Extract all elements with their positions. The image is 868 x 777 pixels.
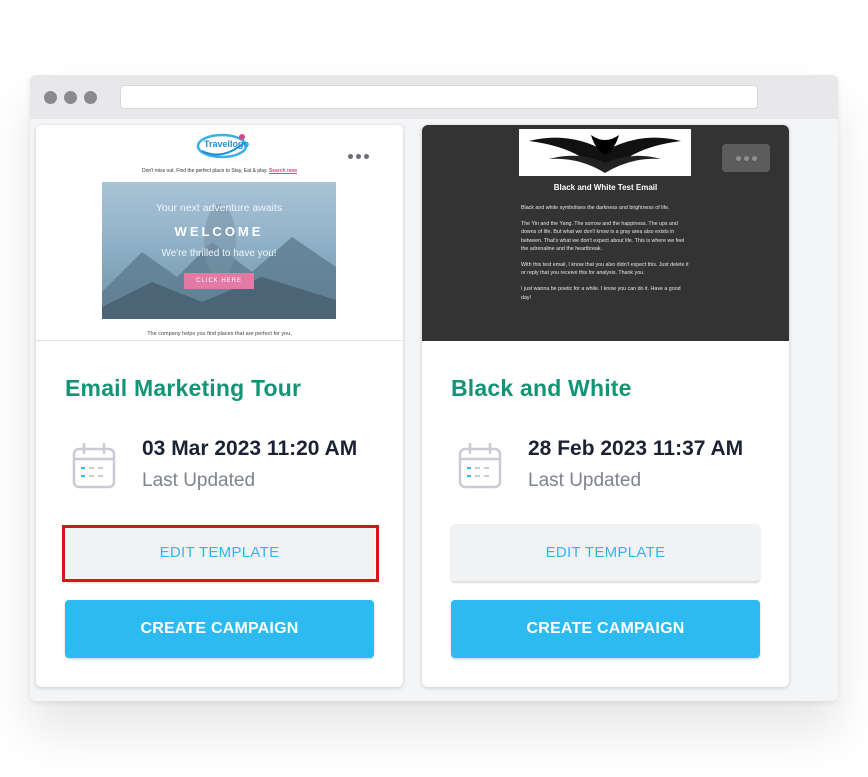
logo-text: Travellogo <box>204 139 250 149</box>
preview-body-text: Black and white symbolises the darkness … <box>521 205 689 301</box>
preview-banner-image <box>519 129 691 176</box>
window-dot-icon <box>44 91 57 104</box>
calendar-icon <box>458 443 502 489</box>
more-options-icon[interactable] <box>343 147 373 165</box>
last-updated-date: 28 Feb 2023 11:37 AM <box>528 437 744 460</box>
more-options-icon[interactable] <box>722 144 770 172</box>
template-preview[interactable]: Black and White Test Email Black and whi… <box>422 125 789 341</box>
window-dot-icon <box>64 91 77 104</box>
last-updated-label: Last Updated <box>142 470 256 491</box>
template-title: Email Marketing Tour <box>65 375 302 401</box>
preview-body-text: The company helps you find places that a… <box>147 331 292 337</box>
address-bar[interactable] <box>120 85 758 109</box>
template-card: Black and White Test Email Black and whi… <box>422 125 789 687</box>
create-campaign-button[interactable]: CREATE CAMPAIGN <box>65 600 374 658</box>
hero-subtitle: Your next adventure awaits <box>155 202 283 214</box>
preview-tagline: Don't miss out. Find the perfect place t… <box>141 168 298 174</box>
browser-titlebar <box>30 75 838 119</box>
last-updated-date: 03 Mar 2023 11:20 AM <box>142 437 358 460</box>
edit-template-button[interactable]: EDIT TEMPLATE <box>451 524 760 581</box>
hero-button: CLICK HERE <box>184 273 254 289</box>
last-updated-label: Last Updated <box>528 470 642 491</box>
calendar-icon <box>72 443 116 489</box>
preview-hero-image: Your next adventure awaits WELCOME We're… <box>102 182 336 319</box>
preview-heading: Black and White Test Email <box>553 183 658 192</box>
create-campaign-button[interactable]: CREATE CAMPAIGN <box>451 600 760 658</box>
template-title: Black and White <box>451 375 632 401</box>
window-dot-icon <box>84 91 97 104</box>
template-card: Travellogo Don't miss out. Find the perf… <box>36 125 403 687</box>
hero-title: WELCOME <box>174 224 264 239</box>
hero-text: We're thrilled to have you! <box>161 248 277 259</box>
edit-template-button[interactable]: EDIT TEMPLATE <box>65 524 374 581</box>
template-preview[interactable]: Travellogo Don't miss out. Find the perf… <box>36 125 403 341</box>
